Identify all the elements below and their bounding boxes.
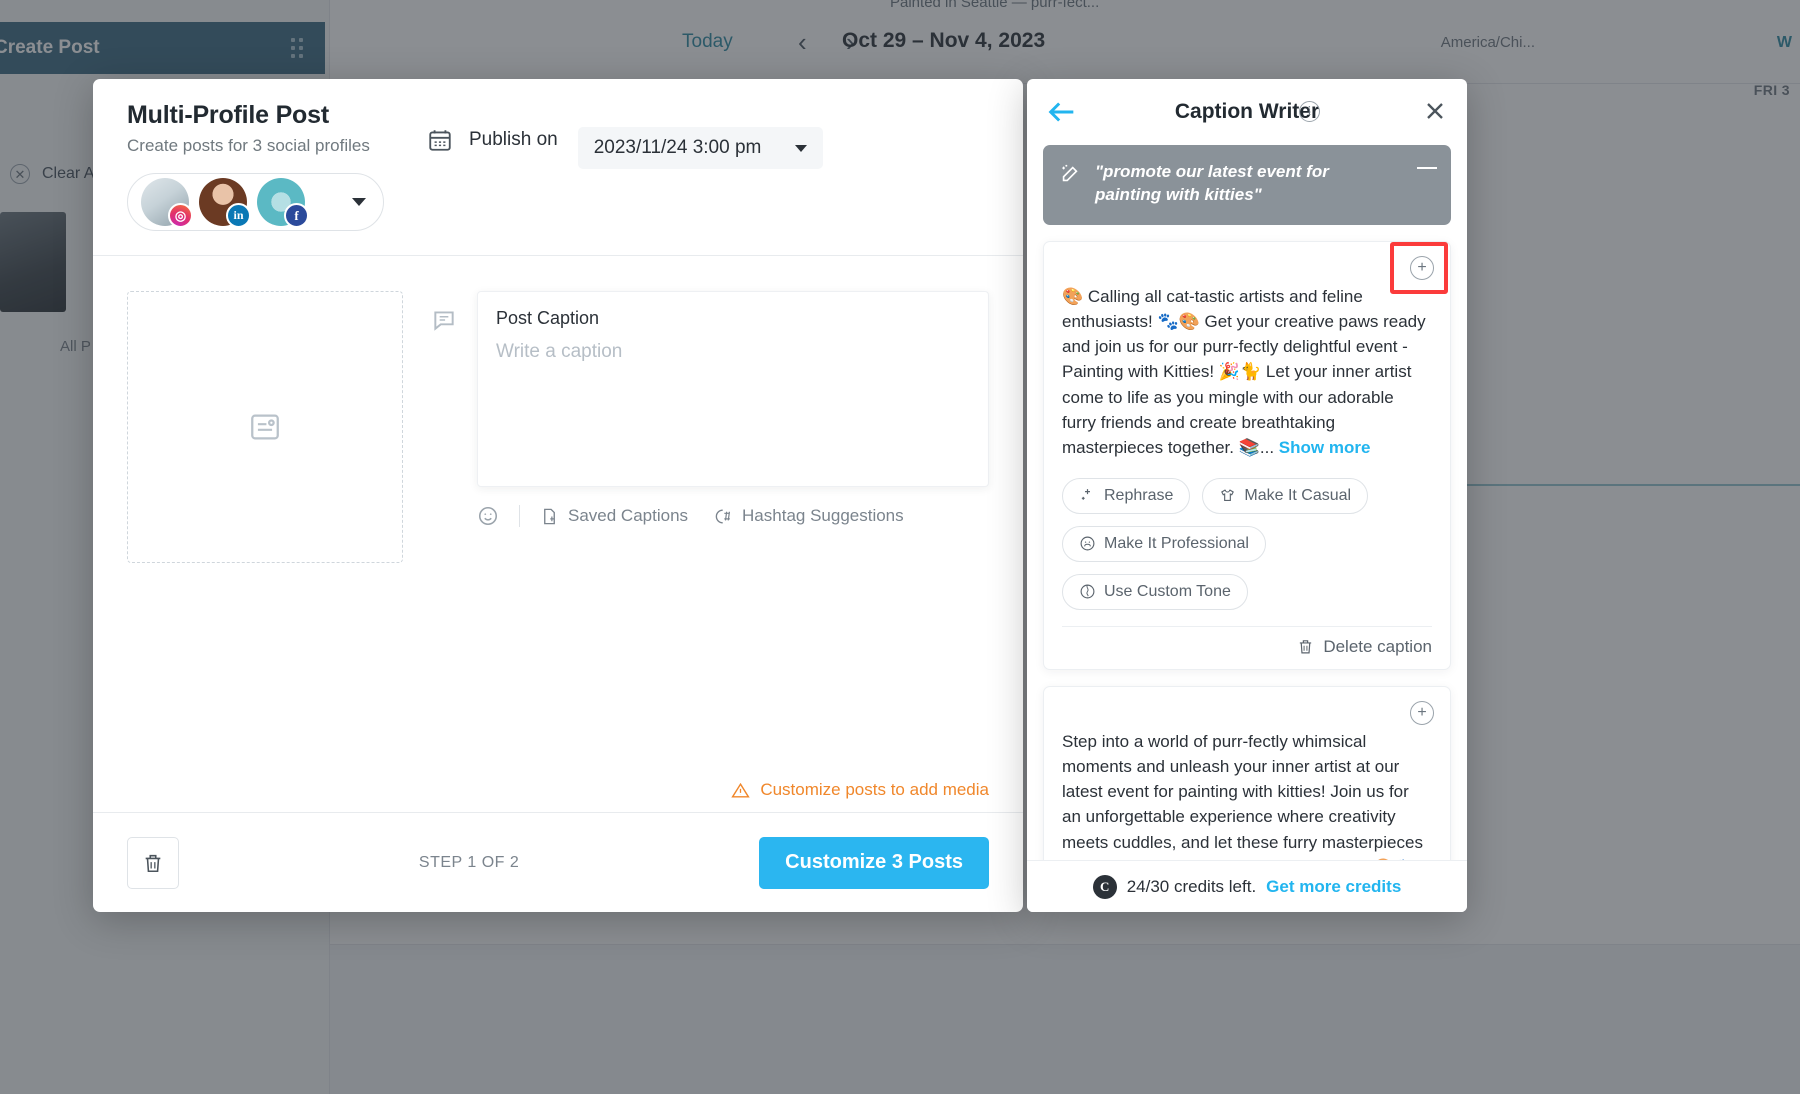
comment-icon [434,311,454,331]
emoji-smiley-icon[interactable] [477,505,499,527]
caption-body: 🎨 Calling all cat-tastic artists and fel… [1062,286,1426,457]
caption-text: Step into a world of purr-fectly whimsic… [1062,729,1432,860]
avatar[interactable]: f [257,178,309,228]
avatar[interactable]: ◎ [141,178,193,228]
saved-captions-icon [544,508,555,524]
rephrase-button[interactable]: Rephrase [1062,477,1191,514]
make-it-professional-button[interactable]: Make It Professional [1062,525,1266,562]
make-it-casual-button[interactable]: Make It Casual [1202,477,1369,514]
media-upload-dropzone[interactable] [127,291,403,563]
prompt-text: "promote our latest event for painting w… [1095,162,1329,204]
page-title: Multi-Profile Post [127,101,329,129]
close-icon[interactable] [1421,97,1449,125]
tone-label: Use Custom Tone [1104,582,1231,600]
tshirt-icon [1221,489,1235,502]
customize-posts-button[interactable]: Customize 3 Posts [759,836,989,889]
publish-on-label: Publish on [469,129,558,150]
caption-column: Post Caption Write a caption Saved Capti… [431,291,989,780]
caption-writer-panel: Caption Writer i "promote our latest eve… [1027,79,1467,912]
use-custom-tone-button[interactable]: Use Custom Tone [1062,573,1248,610]
post-caption-editor[interactable]: Post Caption Write a caption [477,291,989,487]
trash-icon [1300,640,1312,654]
calendar-icon [429,130,451,151]
chevron-down-icon[interactable] [795,144,808,152]
caption-writer-scroll-area[interactable]: "promote our latest event for painting w… [1027,145,1467,860]
show-more-link[interactable]: Show more [1279,438,1371,457]
delete-caption-button[interactable]: Delete caption [1297,637,1432,657]
tone-button-row: Rephrase Make It Casual Make It Professi… [1062,477,1432,610]
delete-caption-label: Delete caption [1323,636,1432,656]
step-indicator: STEP 1 OF 2 [418,853,520,871]
add-caption-button[interactable]: + [1410,700,1434,725]
arrow-left-icon[interactable] [1045,95,1079,129]
divider [519,505,520,527]
caption-toolbar: Saved Captions Hashtag Suggestions [431,505,989,527]
credits-footer: C 24/30 credits left. Get more credits [1027,860,1467,912]
warning-triangle-icon [731,782,751,798]
page-subtitle: Create posts for 3 social profiles [127,136,370,155]
caption-card: + Step into a world of purr-fectly whims… [1043,685,1451,860]
modal-footer: STEP 1 OF 2 Customize 3 Posts [93,812,1023,912]
chevron-down-icon[interactable] [352,198,366,206]
profile-selector[interactable]: ◎ in f [127,173,384,231]
hashtag-suggestions-button[interactable]: Hashtag Suggestions [714,506,904,526]
caption-body: Step into a world of purr-fectly whimsic… [1062,731,1423,860]
hashtag-suggestions-icon [715,508,731,524]
caption-writer-header: Caption Writer i [1027,79,1467,145]
tone-label: Make It Casual [1244,486,1352,504]
media-warning-text: Customize posts to add media [760,780,989,799]
tone-label: Make It Professional [1104,534,1249,552]
sparkle-icon [1081,489,1090,501]
add-caption-button[interactable]: + [1410,255,1434,280]
modal-body: Post Caption Write a caption Saved Capti… [93,256,1023,780]
caption-text: 🎨 Calling all cat-tastic artists and fel… [1062,284,1432,460]
divider [1062,625,1432,627]
saved-captions-label: Saved Captions [568,506,689,525]
minimize-icon[interactable] [1417,167,1437,169]
publish-on-row: Publish on 2023/11/24 3:00 pm [427,101,824,231]
linkedin-badge-icon: in [226,203,251,228]
avatar[interactable]: in [199,178,251,228]
get-more-credits-link[interactable]: Get more credits [1266,877,1401,897]
media-warning: Customize posts to add media [93,780,1023,812]
caption-writer-title: Caption Writer [1174,100,1320,123]
post-caption-title: Post Caption [496,308,600,328]
caption-placeholder: Write a caption [496,341,623,362]
hashtag-suggestions-label: Hashtag Suggestions [742,506,904,525]
delete-post-button[interactable] [127,836,179,889]
info-icon[interactable]: i [1299,101,1320,122]
credit-coin-icon: C [1092,874,1117,899]
palette-tone-icon [1080,585,1095,599]
prompt-chip[interactable]: "promote our latest event for painting w… [1043,145,1451,225]
credits-remaining-label: 24/30 credits left. [1126,876,1257,896]
trash-icon [145,854,161,872]
multi-profile-post-modal: Multi-Profile Post Create posts for 3 so… [93,79,1023,912]
magic-wand-icon [1062,164,1078,182]
suit-tie-icon [1080,537,1095,551]
publish-datetime-value: 2023/11/24 3:00 pm [593,137,762,158]
tone-label: Rephrase [1104,486,1174,504]
publish-datetime-field[interactable]: 2023/11/24 3:00 pm [577,127,824,169]
image-placeholder-icon [251,414,279,440]
saved-captions-button[interactable]: Saved Captions [540,506,688,526]
facebook-badge-icon: f [284,203,309,228]
caption-card: + 🎨 Calling all cat-tastic artists and f… [1043,240,1451,670]
instagram-badge-icon: ◎ [168,203,193,228]
modal-header: Multi-Profile Post Create posts for 3 so… [93,79,1023,231]
